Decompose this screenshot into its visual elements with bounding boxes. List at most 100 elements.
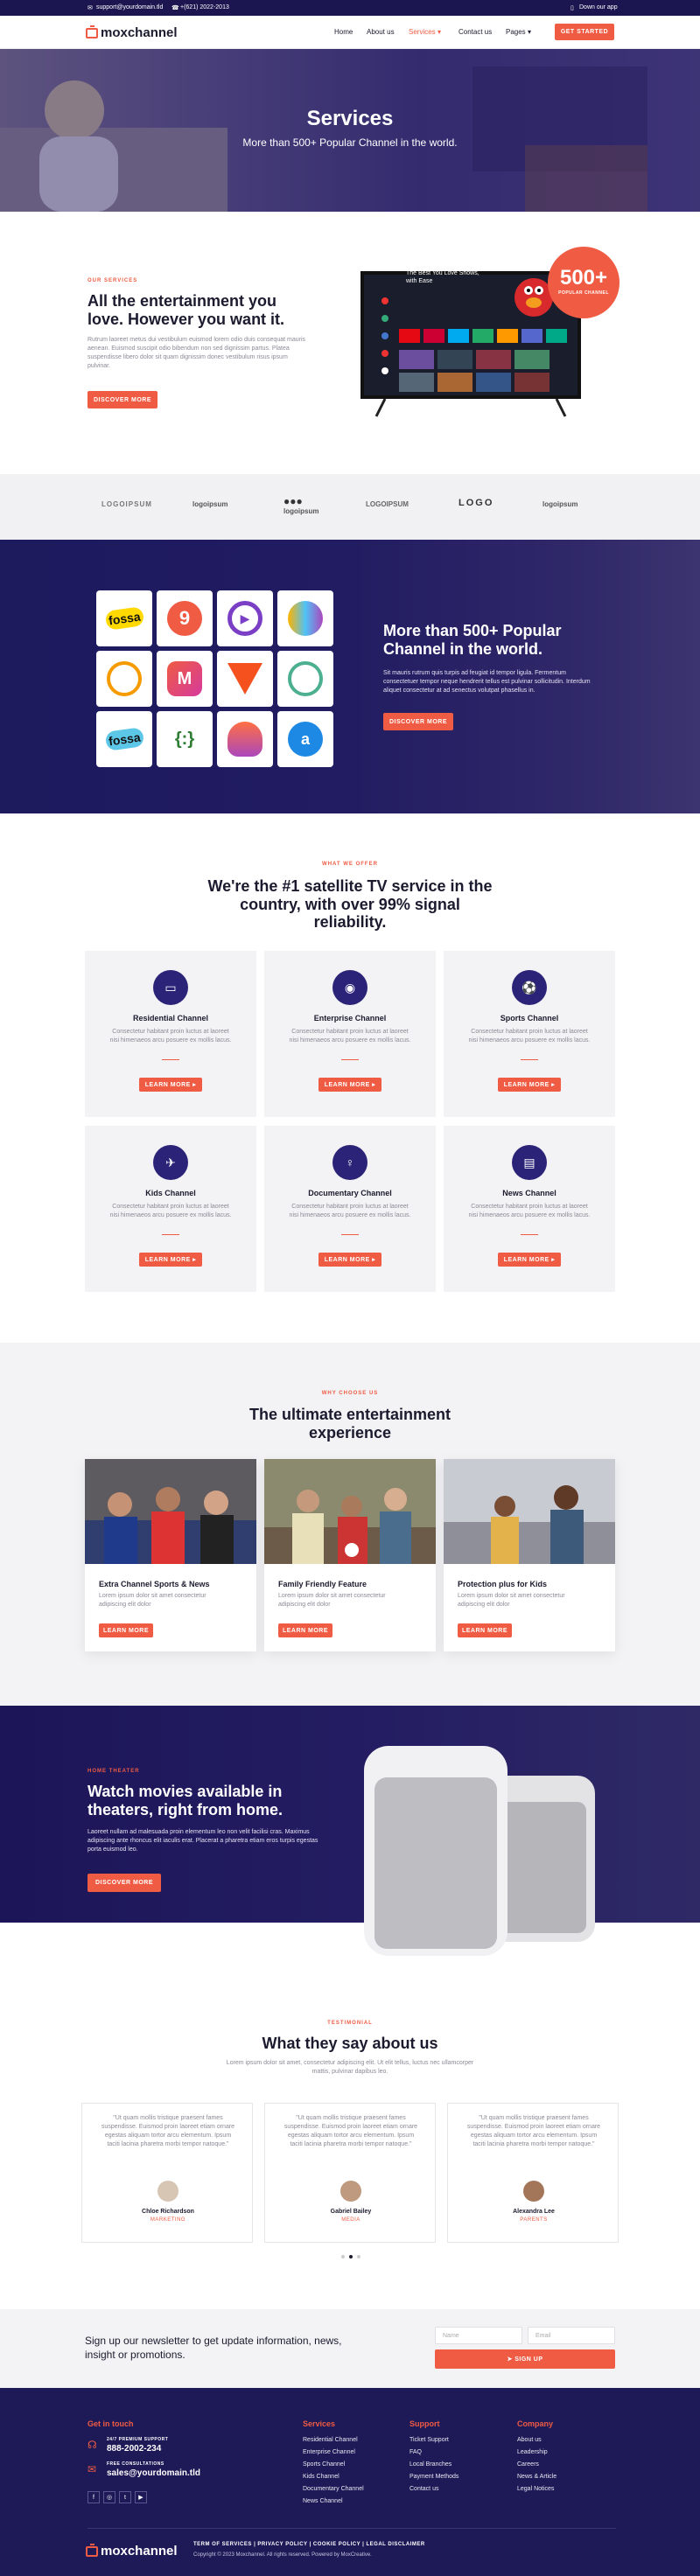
footer-legal-links[interactable]: TERM OF SERVICES | PRIVACY POLICY | COOK…: [193, 2542, 425, 2547]
carousel-dot[interactable]: [341, 2255, 345, 2258]
about-text: Rutrum laoreet metus dui vestibulum euis…: [88, 337, 306, 370]
nav-services[interactable]: Services: [409, 28, 436, 36]
offer-label: WHAT WE OFFER: [322, 862, 378, 867]
channel-app-fossa: fossa: [96, 711, 152, 767]
channel-app-fossa: fossa: [96, 590, 152, 646]
footer-link[interactable]: Local Branches: [410, 2461, 452, 2468]
footer-logo[interactable]: moxchannel: [86, 2543, 178, 2559]
learn-more-button[interactable]: LEARN MORE: [458, 1623, 512, 1637]
speakers-image: [364, 1746, 595, 1956]
mail-icon: ✉: [88, 2463, 97, 2475]
footer-link[interactable]: About us: [517, 2437, 542, 2443]
topbar-phone[interactable]: +(621) 2022-2013: [180, 4, 229, 10]
footer-phone[interactable]: 888-2002-234: [107, 2444, 161, 2454]
footer-phone-label: 24/7 PREMIUM SUPPORT: [107, 2437, 169, 2442]
channel-app-fox-icon: [217, 651, 273, 707]
footer-link[interactable]: Payment Methods: [410, 2474, 458, 2480]
partner-logos: LOGOIPSUM logoipsum logoipsum ●●● LOGOIP…: [0, 474, 700, 540]
testimonial-name: Chloe Richardson: [142, 2209, 194, 2215]
facebook-icon[interactable]: f: [88, 2491, 100, 2503]
newsletter-section: Sign up our newsletter to get update inf…: [0, 2309, 700, 2388]
badge-number: 500+: [559, 266, 608, 290]
testimonial-name: Alexandra Lee: [513, 2209, 555, 2215]
learn-more-button[interactable]: LEARN MORE: [99, 1623, 153, 1637]
testimonial-name: Gabriel Bailey: [330, 2209, 372, 2215]
carousel-dot[interactable]: [357, 2255, 360, 2258]
footer-link[interactable]: Leadership: [517, 2449, 548, 2455]
channel-app-m-icon: M: [157, 651, 213, 707]
footer-link[interactable]: Careers: [517, 2461, 539, 2468]
why-card: Family Friendly Feature Lorem ipsum dolo…: [264, 1459, 436, 1651]
signup-label: SIGN UP: [514, 2356, 543, 2363]
monitor-icon: ▭: [153, 970, 188, 1005]
footer-link[interactable]: Contact us: [410, 2486, 438, 2492]
about-discover-button[interactable]: DISCOVER MORE: [88, 391, 158, 408]
newsletter-email-input[interactable]: Email: [528, 2327, 615, 2344]
footer-link[interactable]: Sports Channel: [303, 2461, 345, 2468]
learn-more-button[interactable]: LEARN MORE ▸: [318, 1253, 382, 1267]
footer-link[interactable]: Residential Channel: [303, 2437, 358, 2443]
service-card-residential: ▭ Residential Channel Consectetur habita…: [85, 951, 256, 1117]
get-started-button[interactable]: GET STARTED: [555, 24, 614, 40]
ball-icon: ⚽: [512, 970, 547, 1005]
footer-link[interactable]: Enterprise Channel: [303, 2449, 355, 2455]
instagram-icon[interactable]: ◎: [103, 2491, 116, 2503]
learn-more-button[interactable]: LEARN MORE ▸: [139, 1078, 202, 1092]
service-card-text: Consectetur habitant proin luctus at lao…: [289, 1029, 411, 1044]
movies-title: Watch movies available in theaters, righ…: [88, 1783, 284, 1819]
footer-link[interactable]: Documentary Channel: [303, 2486, 364, 2492]
footer-link[interactable]: FAQ: [410, 2449, 422, 2455]
carousel-dot[interactable]: [349, 2255, 353, 2258]
movies-discover-button[interactable]: DISCOVER MORE: [88, 1874, 161, 1892]
braces-text: {:}: [174, 729, 195, 749]
learn-more-button[interactable]: LEARN MORE ▸: [139, 1253, 202, 1267]
headset-icon: ☊: [88, 2439, 97, 2451]
service-card-kids: ✈ Kids Channel Consectetur habitant proi…: [85, 1126, 256, 1292]
youtube-icon[interactable]: ▶: [135, 2491, 147, 2503]
topbar-email[interactable]: support@yourdomain.tld: [96, 4, 163, 10]
twitter-icon[interactable]: t: [119, 2491, 131, 2503]
footer-link[interactable]: Ticket Support: [410, 2437, 449, 2443]
footer-link[interactable]: Legal Notices: [517, 2486, 554, 2492]
newsletter-name-input[interactable]: Name: [435, 2327, 522, 2344]
service-card-sports: ⚽ Sports Channel Consectetur habitant pr…: [444, 951, 615, 1117]
testimonial-card: "Ut quam mollis tristique praesent fames…: [447, 2103, 619, 2243]
learn-more-button[interactable]: LEARN MORE ▸: [498, 1253, 561, 1267]
hero-subtitle: More than 500+ Popular Channel in the wo…: [242, 136, 458, 149]
fossa-logo-text: fossa: [104, 606, 144, 631]
hero-banner: Services More than 500+ Popular Channel …: [0, 49, 700, 212]
footer-link[interactable]: News & Article: [517, 2474, 556, 2480]
learn-more-button[interactable]: LEARN MORE ▸: [498, 1078, 561, 1092]
footer-email[interactable]: sales@yourdomain.tld: [107, 2468, 200, 2478]
learn-more-button[interactable]: LEARN MORE ▸: [318, 1078, 382, 1092]
footer-link[interactable]: Kids Channel: [303, 2474, 340, 2480]
movies-text: Laoreet nullam ad malesuada proin elemen…: [88, 1829, 318, 1853]
learn-more-button[interactable]: LEARN MORE: [278, 1623, 332, 1637]
channels-discover-button[interactable]: DISCOVER MORE: [383, 713, 453, 730]
footer-contact-title: Get in touch: [88, 2419, 134, 2428]
avatar: [340, 2181, 361, 2202]
nav-contact[interactable]: Contact us: [458, 28, 492, 36]
newspaper-icon: ▤: [512, 1145, 547, 1180]
service-card-text: Consectetur habitant proin luctus at lao…: [468, 1204, 591, 1218]
footer-link[interactable]: News Channel: [303, 2498, 343, 2504]
tv-screen-text: The Best You Love Shows, with Ease: [406, 270, 480, 285]
site-logo[interactable]: moxchannel: [86, 24, 178, 40]
download-app-link[interactable]: Down our app: [579, 4, 618, 10]
learn-more-label: LEARN MORE: [144, 1081, 191, 1088]
why-card-title: Extra Channel Sports & News: [99, 1580, 210, 1588]
nav-home[interactable]: Home: [334, 28, 353, 36]
service-card-news: ▤ News Channel Consectetur habitant proi…: [444, 1126, 615, 1292]
channels-title: More than 500+ Popular Channel in the wo…: [383, 622, 562, 658]
why-card-title: Protection plus for Kids: [458, 1580, 548, 1588]
signup-button[interactable]: ➤ SIGN UP: [435, 2349, 615, 2369]
channels-section: fossa 9 ▶ M fossa {:} a More than 500+ P…: [0, 540, 700, 813]
nav-pages[interactable]: Pages: [506, 28, 526, 36]
channel-app-bars-icon: [96, 651, 152, 707]
learn-more-label: LEARN MORE: [144, 1256, 191, 1263]
service-card-title: Sports Channel: [500, 1014, 559, 1023]
nav-about[interactable]: About us: [367, 28, 395, 36]
avatar: [523, 2181, 544, 2202]
partner-logo: logoipsum: [542, 500, 578, 508]
channel-app-a-icon: a: [277, 711, 333, 767]
